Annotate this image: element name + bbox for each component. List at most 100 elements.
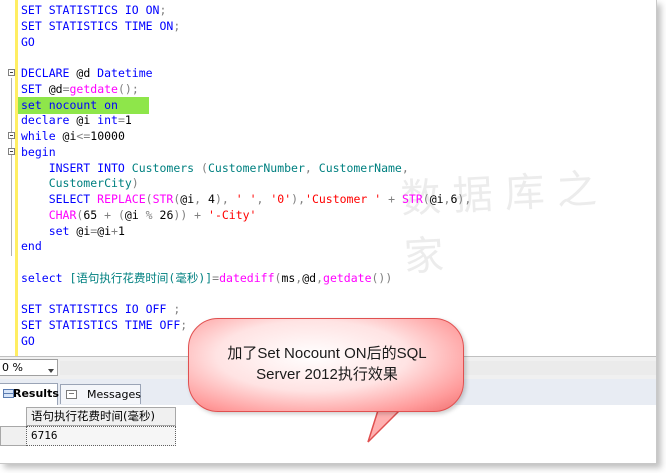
row-header[interactable] [0,426,26,446]
code-token: nocount [48,97,105,112]
code-token: 4 [208,192,215,206]
code-token: ( [201,160,208,175]
code-line[interactable]: begin [0,144,656,160]
code-token: ; [173,18,181,33]
sql-editor[interactable]: 数据库之家 SET STATISTICS IO ON; SET STATISTIC… [0,0,656,356]
code-token: ), [291,192,306,206]
code-text: CustomerCity) [21,175,139,191]
code-token: STR [401,192,423,206]
code-token: @d [48,81,63,96]
code-line[interactable] [0,286,656,302]
code-token: set [21,97,49,112]
code-token: , [256,192,271,206]
code-token: @i [124,207,146,222]
code-line[interactable]: INSERT INTO Customers (CustomerNumber, C… [0,160,656,176]
code-token: set [21,223,77,238]
code-token: @d [76,66,98,80]
code-token: ms [281,270,296,285]
code-line[interactable]: SELECT REPLACE(STR(@i, 4), ' ', '0'),'Cu… [0,191,656,207]
code-token: SELECT [21,192,98,206]
code-line[interactable]: CHAR(65 + (@i % 26)) + '-City' [0,207,656,223]
collapse-icon[interactable] [8,69,15,76]
code-line[interactable]: declare @i int=1 [0,112,656,128]
code-line[interactable]: set nocount on [0,97,656,113]
code-text: DECLARE @d Datetime [21,65,153,81]
code-text: SET STATISTICS TIME ON; [21,18,180,34]
code-token: + [381,192,402,206]
code-token: ), [214,192,236,206]
code-line[interactable]: set @i=@i+1 [0,223,656,239]
code-text: SET STATISTICS TIME OFF; [21,317,187,333]
code-token: (); [117,81,139,96]
code-token: CustomerCity [21,176,132,191]
code-line[interactable]: while @i<=10000 [0,128,656,144]
code-token: @i [180,192,195,206]
code-token: Customers [131,160,202,175]
code-text: CHAR(65 + (@i % 26)) + '-City' [21,207,257,223]
code-token: int [97,113,118,128]
code-line[interactable] [0,49,656,65]
result-cell[interactable]: 6716 [26,426,176,446]
code-text: select [语句执行花费时间(毫秒)]=datediff(ms,@d,get… [21,270,392,286]
code-token: @i [62,129,77,143]
tab-results[interactable]: Results [0,383,59,405]
code-token: ; [159,3,167,17]
code-token: GO [21,34,35,49]
code-line[interactable]: DECLARE @d Datetime [0,65,656,81]
code-token: , [316,270,324,285]
code-token: @i [97,223,112,238]
code-text: GO [21,34,35,50]
code-text: set nocount on [21,97,118,113]
code-token: ( [422,192,430,206]
code-token: @i [76,113,98,128]
code-text: SET STATISTICS IO ON; [21,2,166,18]
code-token: Datetime [97,66,153,80]
code-token: CHAR [21,207,77,222]
callout-line-2: Server 2012执行效果 [256,366,398,383]
zoom-select[interactable]: 0 % [0,359,58,376]
code-line[interactable]: GO [0,34,656,50]
code-text: end [21,238,42,254]
code-token: 10000 [90,129,125,143]
callout-bubble: 加了Set Nocount ON后的SQL Server 2012执行效果 [188,318,464,412]
zoom-value: 0 % [2,361,23,374]
code-line[interactable]: SET STATISTICS IO OFF ; [0,301,656,317]
code-line[interactable]: select [语句执行花费时间(毫秒)]=datediff(ms,@d,get… [0,270,656,286]
code-token: getdate [323,270,372,285]
code-text: begin [21,144,56,160]
code-token: <= [76,129,91,143]
code-token: SET STATISTICS TIME OFF [21,318,181,332]
code-token: 26 [159,207,174,222]
code-token: STR [152,192,174,206]
code-line[interactable]: SET @d=getdate(); [0,81,656,97]
code-token: )) + [173,207,209,222]
code-line[interactable]: SET STATISTICS TIME ON; [0,18,656,34]
code-token: while [21,129,63,143]
code-token: REPLACE [97,192,146,206]
code-token: [语句执行花费时间(毫秒)] [69,270,213,285]
code-text: GO [21,333,35,349]
code-token: ( [145,192,153,206]
code-token: 65 [83,207,105,222]
code-token: @i [429,192,444,206]
collapse-icon[interactable] [8,132,15,139]
code-token: % [145,207,160,222]
code-token: end [21,239,42,254]
code-token: SET STATISTICS IO OFF [21,302,174,317]
code-line[interactable] [0,254,656,270]
callout-text: 加了Set Nocount ON后的SQL Server 2012执行效果 [189,343,465,385]
code-token: GO [21,333,35,348]
code-line[interactable]: CustomerCity) [0,175,656,191]
code-token: CustomerName [318,160,402,175]
code-token: 1 [124,113,132,128]
code-line[interactable]: SET STATISTICS IO ON; [0,2,656,18]
code-line[interactable]: end [0,238,656,254]
column-header[interactable]: 语句执行花费时间(毫秒) [26,407,176,426]
tab-messages[interactable]: Messages [60,384,141,404]
tab-results-label: Results [13,387,59,400]
code-token: @d [302,270,317,285]
code-token: INSERT INTO [21,160,132,175]
code-token: ) [131,176,139,191]
tab-messages-label: Messages [87,388,141,401]
collapse-icon[interactable] [8,147,15,155]
